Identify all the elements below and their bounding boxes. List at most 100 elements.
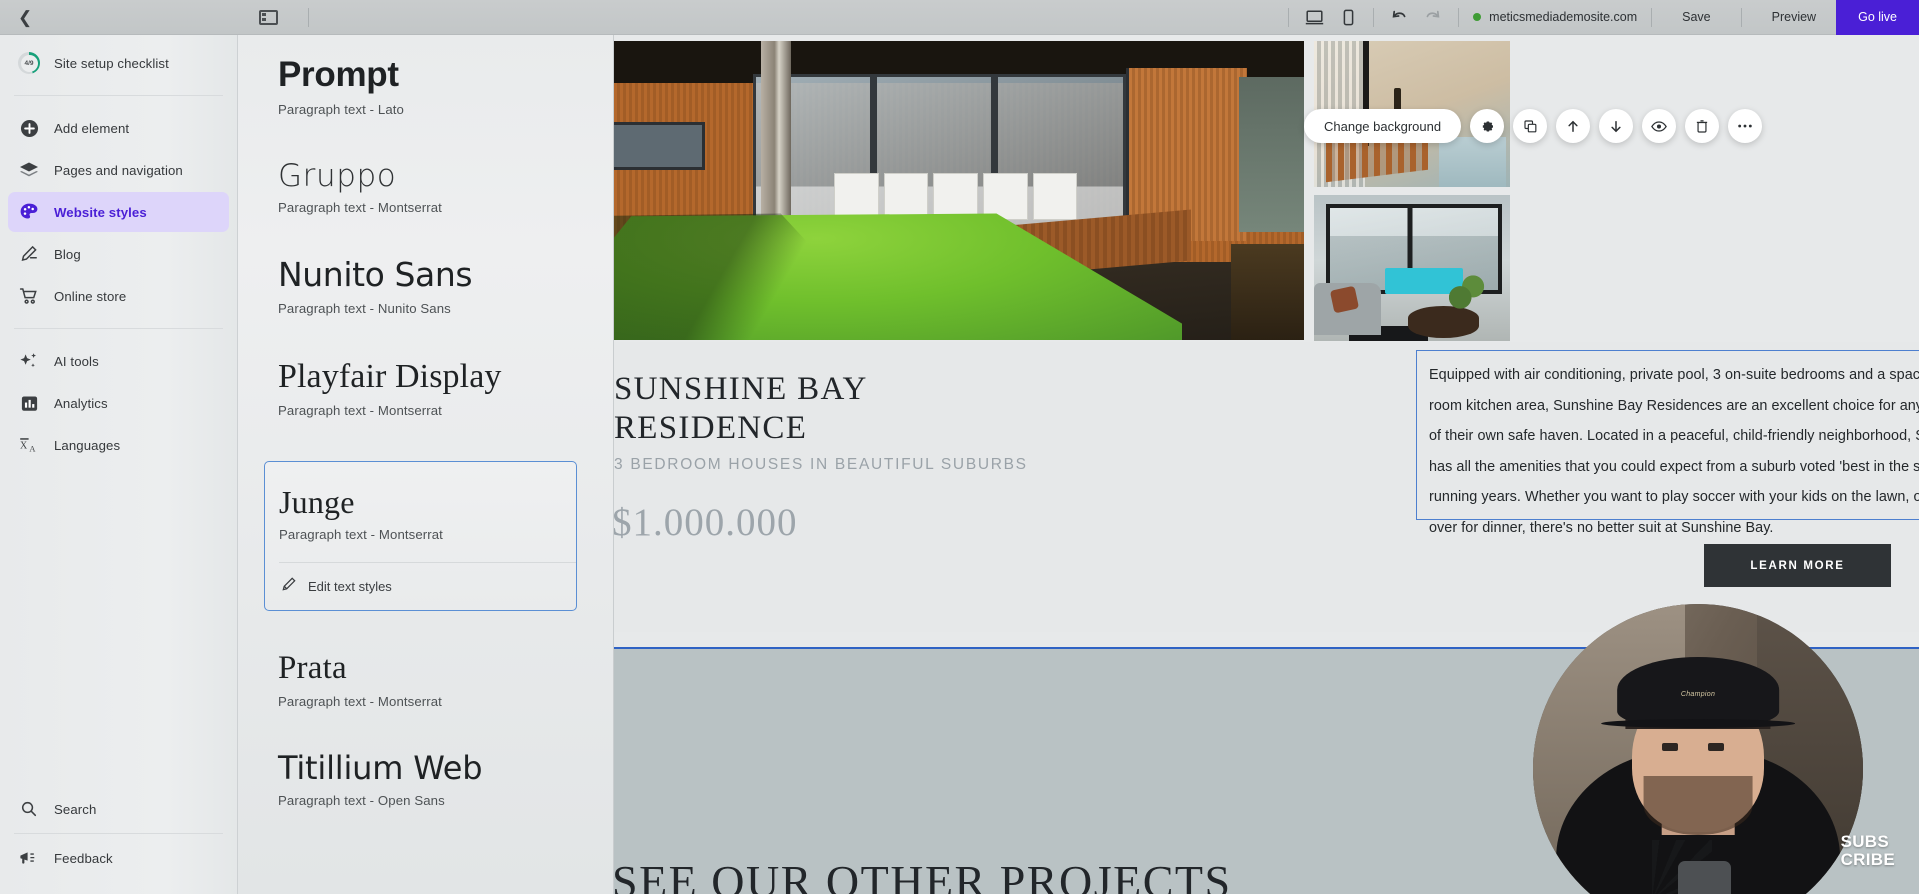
hero-gallery-section[interactable] — [614, 35, 1919, 342]
top-toolbar: ❮ meticsmediademosite.com Save Preview G… — [0, 0, 1919, 35]
delete-button[interactable] — [1685, 109, 1720, 143]
font-paragraph-label: Paragraph text - Open Sans — [278, 793, 445, 809]
decorative-edge — [1231, 244, 1304, 340]
mobile-view-button[interactable] — [1333, 3, 1363, 31]
save-button[interactable]: Save — [1662, 0, 1731, 35]
desktop-view-button[interactable] — [1299, 3, 1329, 31]
other-projects-heading: SEE OUR OTHER PROJECTS — [614, 856, 1232, 894]
property-text-section[interactable]: SUNSHINE BAY RESIDENCE 3 BEDROOM HOUSES … — [614, 342, 1919, 632]
sparkles-icon — [18, 350, 40, 372]
undo-button[interactable] — [1384, 3, 1414, 31]
decorative-chairs — [834, 172, 1078, 221]
font-option-prata[interactable]: Prata Paragraph text - Montserrat — [238, 651, 613, 709]
sidebar-item-analytics[interactable]: Analytics — [8, 383, 229, 423]
divider — [1288, 7, 1290, 27]
subscribe-line1: SUBS — [1840, 831, 1890, 851]
edit-text-styles-button[interactable]: Edit text styles — [279, 562, 576, 610]
property-heading-line2: RESIDENCE — [614, 409, 808, 446]
panel-toggle-button[interactable] — [238, 9, 298, 25]
go-live-button[interactable]: Go live — [1836, 0, 1919, 35]
font-option-nunito-sans[interactable]: Nunito Sans Paragraph text - Nunito Sans — [238, 258, 613, 316]
font-name-label: Prompt — [278, 55, 399, 94]
trash-icon — [1696, 119, 1708, 134]
font-name-label: Gruppo — [278, 157, 397, 194]
sidebar-item-website-styles[interactable]: Website styles — [8, 192, 229, 232]
svg-text:A: A — [29, 445, 35, 454]
arrow-down-icon — [1609, 119, 1623, 134]
font-option-prompt[interactable]: Prompt Paragraph text - Lato — [238, 55, 613, 117]
duplicate-button[interactable] — [1513, 109, 1548, 143]
translate-icon: X A — [18, 434, 40, 456]
svg-text:X: X — [20, 441, 28, 452]
sidebar-item-label: Add element — [54, 120, 130, 136]
site-status[interactable]: meticsmediademosite.com — [1469, 10, 1641, 24]
divider — [14, 95, 223, 96]
webcam-person-beard — [1643, 775, 1753, 835]
sidebar-item-ai-tools[interactable]: AI tools — [8, 341, 229, 381]
hero-thumbnail-column — [1314, 41, 1510, 342]
eye-icon — [1651, 120, 1667, 133]
sidebar-item-label: Website styles — [54, 204, 147, 220]
change-background-button[interactable]: Change background — [1304, 109, 1462, 143]
font-paragraph-label: Paragraph text - Lato — [278, 101, 404, 117]
font-option-titillium-web[interactable]: Titillium Web Paragraph text - Open Sans — [238, 751, 613, 809]
property-price: $1.000.000 — [614, 501, 798, 544]
sidebar-item-search[interactable]: Search — [8, 789, 229, 829]
checklist-progress-label: 4/9 — [24, 59, 34, 67]
font-paragraph-label: Paragraph text - Nunito Sans — [278, 300, 451, 316]
learn-more-button[interactable]: LEARN MORE — [1704, 544, 1891, 587]
chevron-left-icon[interactable]: ❮ — [18, 9, 32, 26]
sidebar-item-label: Pages and navigation — [54, 162, 183, 178]
divider — [1373, 7, 1375, 27]
font-paragraph-label: Paragraph text - Montserrat — [278, 200, 442, 216]
brush-icon — [281, 576, 297, 597]
sidebar-item-pages-and-navigation[interactable]: Pages and navigation — [8, 150, 229, 190]
property-paragraph-textbox[interactable]: Equipped with air conditioning, private … — [1416, 350, 1919, 536]
history-controls — [1384, 3, 1448, 31]
more-options-button[interactable] — [1728, 109, 1763, 143]
settings-button[interactable] — [1470, 109, 1505, 143]
progress-ring-icon: 4/9 — [18, 52, 40, 74]
hide-button[interactable] — [1642, 109, 1677, 143]
plus-circle-icon — [18, 117, 40, 139]
hero-main-image[interactable] — [614, 41, 1304, 340]
sidebar-item-label: Feedback — [54, 850, 113, 866]
preview-button[interactable]: Preview — [1752, 0, 1836, 35]
decorative-window — [614, 121, 705, 170]
sidebar-main-group: Add element Pages and navigation Website… — [0, 100, 237, 324]
sidebar-item-blog[interactable]: Blog — [8, 234, 229, 274]
divider — [1651, 7, 1653, 27]
font-list: Prompt Paragraph text - Lato Gruppo Para… — [238, 35, 613, 808]
website-styles-font-panel: Prompt Paragraph text - Lato Gruppo Para… — [238, 35, 614, 894]
font-name-label: Nunito Sans — [278, 255, 473, 295]
sidebar-item-feedback[interactable]: Feedback — [8, 838, 229, 878]
sidebar-item-label: Online store — [54, 288, 127, 304]
decorative-pool — [1439, 137, 1507, 187]
webcam-person-cap: Champion — [1601, 656, 1795, 728]
status-dot-icon — [1473, 13, 1482, 21]
hero-thumbnail-image[interactable] — [1314, 195, 1510, 341]
learn-more-label: LEARN MORE — [1750, 559, 1845, 572]
move-up-button[interactable] — [1556, 109, 1591, 143]
edit-text-styles-label: Edit text styles — [308, 579, 392, 595]
element-toolbar: Change background — [1304, 109, 1763, 143]
font-option-junge-selected[interactable]: Junge Paragraph text - Montserrat Edit t… — [264, 460, 577, 612]
sidebar-item-add-element[interactable]: Add element — [8, 108, 229, 148]
sidebar-bottom-group: Search Feedback — [0, 787, 237, 894]
decorative-tree — [761, 41, 792, 227]
sidebar-item-label: Analytics — [54, 395, 108, 411]
redo-button[interactable] — [1418, 3, 1448, 31]
duplicate-icon — [1523, 119, 1538, 134]
font-option-gruppo[interactable]: Gruppo Paragraph text - Montserrat — [238, 160, 613, 216]
font-option-playfair-display[interactable]: Playfair Display Paragraph text - Montse… — [238, 359, 613, 418]
property-paragraph-text: Equipped with air conditioning, private … — [1429, 367, 1919, 536]
webcam-person-eye — [1661, 742, 1679, 752]
left-sidebar: 4/9 Site setup checklist Add element Pag… — [0, 35, 238, 894]
sidebar-item-site-setup-checklist[interactable]: 4/9 Site setup checklist — [8, 43, 229, 83]
move-down-button[interactable] — [1599, 109, 1634, 143]
subscribe-line2: CRIBE — [1840, 850, 1895, 870]
font-name-label: Playfair Display — [278, 357, 502, 395]
divider — [308, 7, 309, 27]
sidebar-item-online-store[interactable]: Online store — [8, 276, 229, 316]
sidebar-item-languages[interactable]: X A Languages — [8, 425, 229, 465]
